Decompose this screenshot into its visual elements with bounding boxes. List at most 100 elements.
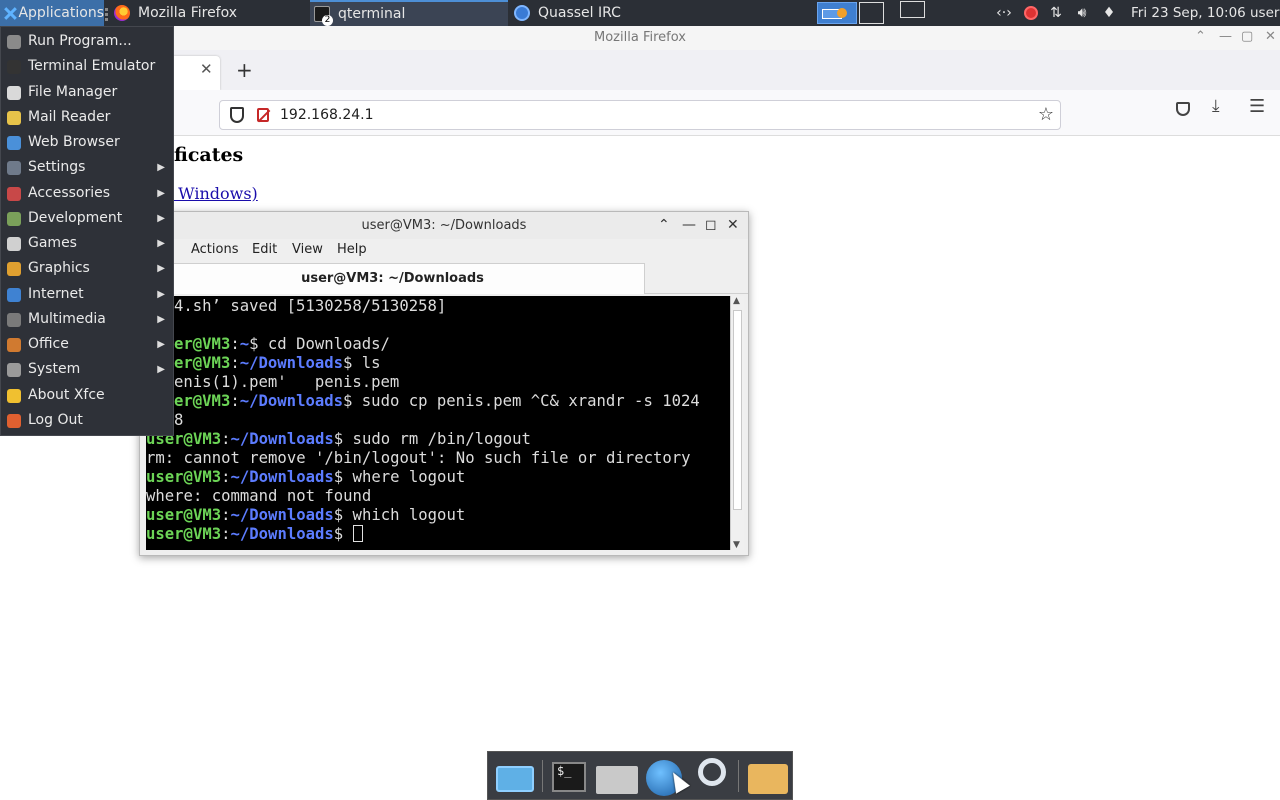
minimize-icon[interactable]: — [682,212,696,239]
minimize-icon[interactable]: — [1219,26,1232,50]
hamburger-menu-icon[interactable]: ☰ [1249,96,1265,117]
terminal-line: user@VM3:~/Downloads$ [146,525,730,544]
workspace-1[interactable] [817,2,857,24]
terminal-line: user@VM3:~/Downloads$ sudo rm /bin/logou… [146,430,730,449]
submenu-arrow-icon: ▶ [157,187,165,199]
menu-item-terminal-emulator[interactable]: Terminal Emulator [1,54,173,79]
window-count-badge: 2 [322,15,333,26]
menu-item-web-browser[interactable]: Web Browser [1,130,173,155]
command-text: $ [333,525,353,543]
scrollbar-thumb[interactable] [733,310,742,510]
menu-item-label: File Manager [28,83,118,100]
terminal-line: enis(1).pem' penis.pem [174,373,400,391]
menu-item-run-program[interactable]: Run Program... [1,29,173,54]
notification-bell-icon[interactable]: ♦ [1099,0,1119,26]
menu-item-mail-reader[interactable]: Mail Reader [1,105,173,130]
terminal-tab[interactable]: user@VM3: ~/Downloads [140,263,645,294]
menu-item-system[interactable]: System ▶ [1,357,173,382]
show-desktop-icon[interactable] [496,766,534,792]
home-folder-icon[interactable] [596,766,638,794]
search-icon[interactable] [698,758,726,786]
menu-item-label: Multimedia [28,310,106,327]
submenu-arrow-icon: ▶ [157,288,165,300]
insecure-lock-icon[interactable] [257,108,269,122]
menu-item-development[interactable]: Development ▶ [1,206,173,231]
menu-item-label: Development [28,209,123,226]
prompt-colon: : [221,468,231,486]
download-icon[interactable]: ⤓ [1212,96,1220,116]
menu-item-log-out[interactable]: Log Out [1,408,173,433]
terminal-line: 8 [174,411,184,429]
taskbar-firefox[interactable]: Mozilla Firefox [110,0,308,26]
menu-item-games[interactable]: Games ▶ [1,231,173,256]
taskbar-qterminal[interactable]: 2 qterminal [310,0,508,26]
menu-item-label: Run Program... [28,33,132,49]
menu-item-multimedia[interactable]: Multimedia ▶ [1,307,173,332]
shade-icon[interactable]: ⌃ [1195,26,1206,50]
workspace-2[interactable] [859,2,884,24]
shade-icon[interactable]: ⌃ [658,212,670,239]
prompt-user: er@VM3 [174,354,231,372]
taskbar-quassel[interactable]: Quassel IRC [510,0,710,26]
maximize-icon[interactable]: ▢ [1241,26,1253,50]
tracking-shield-icon[interactable] [230,107,244,123]
menu-item-settings[interactable]: Settings ▶ [1,155,173,180]
terminal-output[interactable]: 4.sh’ saved [5130258/5130258] er@VM3:~$ c… [146,296,730,550]
terminal-line: er@VM3:~/Downloads$ sudo cp penis.pem ^C… [146,392,730,411]
bookmark-star-icon[interactable]: ☆ [1038,104,1054,125]
logout-icon [7,413,21,428]
menu-edit[interactable]: Edit [252,242,277,257]
menu-item-graphics[interactable]: Graphics ▶ [1,256,173,281]
globe-icon [7,136,21,150]
menu-item-label: Terminal Emulator [28,58,156,75]
scroll-up-icon[interactable]: ▲ [733,296,740,306]
terminal-icon[interactable]: $_ [552,762,586,792]
menu-item-accessories[interactable]: Accessories ▶ [1,181,173,206]
pocket-icon[interactable] [1176,102,1190,116]
url-bar[interactable]: 192.168.24.1 ☆ [219,100,1061,130]
clock[interactable]: Fri 23 Sep, 10:06 [1131,0,1246,26]
submenu-arrow-icon: ▶ [157,238,165,249]
qterminal-window: user@VM3: ~/Downloads ⌃ — ◻ ✕ Actions Ed… [139,211,749,556]
prompt-user: er@VM3 [174,335,231,353]
prompt-colon: : [230,335,240,353]
mail-icon [7,110,21,125]
prompt-path: ~/Downloads [239,354,344,372]
menu-view[interactable]: View [292,242,323,257]
accessories-icon [7,186,21,201]
terminal-scrollbar[interactable]: ▲ ▼ [730,296,744,550]
menu-item-file-manager[interactable]: File Manager [1,80,173,105]
terminal-titlebar[interactable]: user@VM3: ~/Downloads [140,212,748,239]
workspace-3[interactable] [900,1,925,18]
new-tab-icon[interactable]: + [236,60,253,80]
terminal-line: user@VM3:~/Downloads$ where logout [146,468,730,487]
task-label: Quassel IRC [538,5,621,21]
folder-icon[interactable] [748,764,788,794]
close-icon[interactable]: ✕ [1265,26,1276,50]
user-menu[interactable]: user [1250,0,1279,26]
volume-icon[interactable]: 🔊︎ [1071,0,1093,26]
menu-item-office[interactable]: Office ▶ [1,332,173,357]
network-transfer-icon[interactable]: ⇅ [1045,0,1067,26]
globe-icon [7,287,21,302]
tab-close-icon[interactable]: ✕ [200,60,213,78]
menu-help[interactable]: Help [337,242,367,257]
development-icon [7,211,21,226]
page-link[interactable]: , Windows) [168,184,258,203]
close-icon[interactable]: ✕ [727,212,739,239]
applications-menu-button[interactable]: Applications [0,0,104,26]
menu-item-about-xfce[interactable]: About Xfce [1,383,173,408]
submenu-arrow-icon: ▶ [157,339,165,350]
maximize-icon[interactable]: ◻ [705,212,717,239]
search-icon [7,35,21,49]
menu-item-label: Games [28,235,77,251]
scroll-down-icon[interactable]: ▼ [733,540,740,550]
menu-item-internet[interactable]: Internet ▶ [1,282,173,307]
settings-icon [7,161,21,176]
task-label: qterminal [338,6,406,22]
menu-actions[interactable]: Actions [191,242,239,257]
url-text[interactable]: 192.168.24.1 [280,107,374,123]
menu-item-label: Settings [28,159,86,176]
status-red-icon[interactable] [1022,0,1040,26]
network-code-icon[interactable]: ‹·› [992,0,1016,26]
